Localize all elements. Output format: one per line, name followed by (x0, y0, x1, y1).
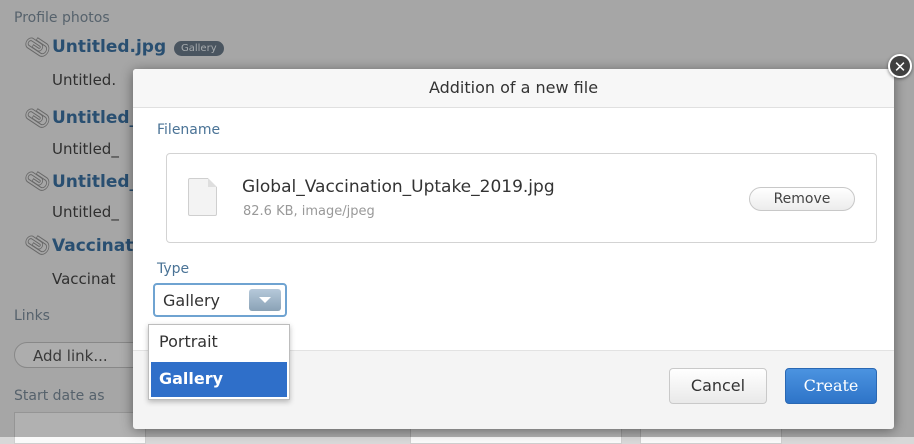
cancel-button[interactable]: Cancel (669, 368, 767, 404)
close-icon[interactable]: ✕ (888, 54, 912, 78)
dialog-title: Addition of a new file (428, 78, 599, 97)
file-name: Global_Vaccination_Uptake_2019.jpg (242, 177, 555, 197)
filename-label: Filename (157, 122, 221, 138)
file-meta: 82.6 KB, image/jpeg (243, 204, 375, 219)
create-button[interactable]: Create (785, 368, 877, 404)
type-label: Type (157, 261, 190, 277)
document-icon (188, 178, 217, 216)
type-select-value: Gallery (163, 291, 220, 310)
file-card: Global_Vaccination_Uptake_2019.jpg 82.6 … (166, 153, 877, 243)
type-option-portrait[interactable]: Portrait (149, 325, 289, 359)
remove-button[interactable]: Remove (749, 187, 855, 211)
type-option-gallery[interactable]: Gallery (151, 362, 287, 397)
type-select[interactable]: Gallery (153, 283, 287, 317)
type-dropdown-menu: Portrait Gallery (148, 324, 290, 400)
chevron-down-icon[interactable] (249, 289, 281, 311)
dialog-header: Addition of a new file (133, 69, 894, 108)
